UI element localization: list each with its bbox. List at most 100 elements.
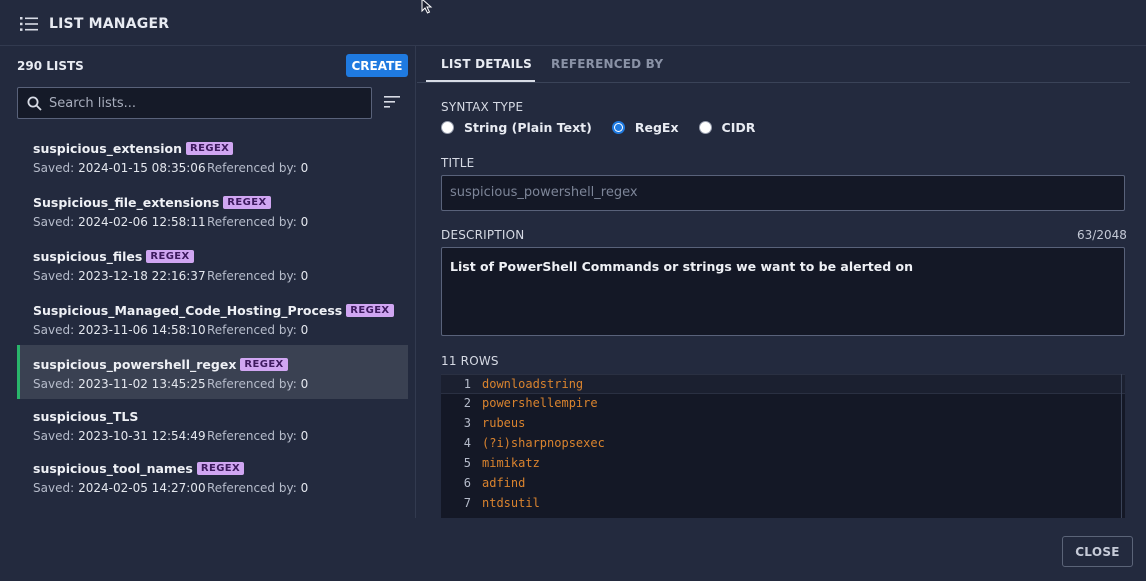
line-number: 4 — [463, 436, 471, 450]
line-number: 5 — [463, 456, 471, 470]
regex-badge: REGEX — [240, 358, 288, 371]
referenced-count: 0 — [300, 429, 309, 443]
saved-timestamp: 2023-11-02 13:45:25 — [78, 377, 206, 391]
regex-badge: REGEX — [196, 462, 245, 475]
close-button[interactable]: CLOSE — [1062, 536, 1133, 567]
radio-label: RegEx — [634, 120, 679, 135]
saved-label: Saved: — [33, 269, 75, 283]
saved-timestamp: 2024-01-15 08:35:06 — [78, 161, 206, 175]
line-number: 3 — [463, 416, 471, 430]
list-item[interactable]: suspicious_tool_names REGEX Saved: 2024-02… — [17, 451, 408, 505]
radio-button-checked[interactable] — [611, 121, 625, 134]
radio-label: String (Plain Text) — [464, 120, 592, 135]
editor-line: 1 downloadstring — [441, 374, 1125, 394]
referenced-label: Referenced by: — [207, 215, 297, 229]
list-item[interactable]: suspicious_extension REGEX Saved: 2024-01-… — [17, 129, 408, 183]
regex-badge: REGEX — [186, 142, 234, 155]
tab-list-details[interactable]: LIST DETAILS — [441, 57, 532, 71]
saved-label: Saved: — [33, 429, 75, 443]
referenced-count: 0 — [300, 323, 309, 337]
saved-timestamp: 2023-12-18 22:16:37 — [78, 269, 206, 283]
line-number: 7 — [463, 496, 471, 510]
line-text: (?i)sharpnopsexec — [482, 436, 605, 450]
saved-timestamp: 2023-11-06 14:58:10 — [78, 323, 206, 337]
list-item-name: suspicious_TLS — [33, 409, 139, 424]
description-label: DESCRIPTION — [441, 228, 525, 242]
regex-badge: REGEX — [146, 250, 194, 263]
sort-icon[interactable] — [384, 96, 400, 108]
line-number: 1 — [463, 377, 471, 391]
saved-timestamp: 2024-02-05 14:27:00 — [78, 481, 206, 495]
list-item-name: suspicious_powershell_regex — [33, 357, 237, 372]
editor-scrollbar[interactable] — [1121, 374, 1122, 518]
page-title: LIST MANAGER — [49, 16, 170, 32]
saved-label: Saved: — [33, 215, 75, 229]
editor-line: 5 mimikatz — [441, 454, 1125, 474]
list-panel: 290 LISTS CREATE suspicious_extension REG… — [17, 46, 416, 518]
referenced-label: Referenced by: — [207, 323, 297, 337]
radio-regex[interactable]: RegEx — [611, 120, 679, 135]
syntax-type-radio-group: String (Plain Text) RegEx CIDR — [441, 120, 775, 135]
search-icon — [27, 96, 42, 111]
referenced-count: 0 — [300, 161, 309, 175]
list-item-name: Suspicious_Managed_Code_Hosting_Process — [33, 303, 343, 318]
lists-list: suspicious_extension REGEX Saved: 2024-01-… — [17, 129, 408, 505]
rows-editor[interactable]: 1 downloadstring 2 powershellempire 3 rubeu… — [441, 374, 1125, 518]
description-field[interactable]: List of PowerShell Commands or strings w… — [441, 247, 1125, 336]
saved-timestamp: 2024-02-06 12:58:11 — [78, 215, 206, 229]
referenced-count: 0 — [300, 215, 309, 229]
line-text: downloadstring — [482, 377, 584, 391]
line-text: ntdsutil — [482, 496, 540, 510]
referenced-label: Referenced by: — [207, 429, 297, 443]
editor-line: 7 ntdsutil — [441, 494, 1125, 514]
active-tab-indicator — [426, 80, 535, 82]
referenced-count: 0 — [300, 269, 309, 283]
radio-button-unchecked[interactable] — [698, 121, 712, 134]
header: LIST MANAGER — [0, 0, 1146, 46]
syntax-type-label: SYNTAX TYPE — [441, 100, 524, 114]
radio-cidr[interactable]: CIDR — [698, 120, 755, 135]
referenced-label: Referenced by: — [207, 269, 297, 283]
tab-bar: LIST DETAILS REFERENCED BY — [417, 46, 1130, 83]
mouse-cursor-icon — [421, 0, 433, 14]
regex-badge: REGEX — [223, 196, 271, 209]
referenced-label: Referenced by: — [207, 481, 297, 495]
list-item[interactable]: suspicious_TLS Saved: 2023-10-31 12:54:49… — [17, 399, 408, 451]
referenced-count: 0 — [300, 481, 309, 495]
create-button[interactable]: CREATE — [346, 54, 408, 77]
list-item-name: suspicious_extension — [33, 141, 182, 156]
editor-line: 6 adfind — [441, 474, 1125, 494]
line-text: mimikatz — [482, 456, 540, 470]
referenced-label: Referenced by: — [207, 161, 297, 175]
regex-badge: REGEX — [346, 304, 394, 317]
list-item[interactable]: Suspicious_Managed_Code_Hosting_Process R… — [17, 291, 408, 345]
editor-line: 3 rubeus — [441, 414, 1125, 434]
title-field[interactable]: suspicious_powershell_regex — [441, 175, 1125, 211]
line-text: rubeus — [482, 416, 526, 430]
details-panel: LIST DETAILS REFERENCED BY SYNTAX TYPE S… — [417, 46, 1146, 518]
description-char-count: 63/2048 — [1077, 228, 1127, 242]
list-item[interactable]: suspicious_files REGEX Saved: 2023-12-18 2… — [17, 237, 408, 291]
list-menu-icon — [20, 17, 38, 31]
line-number: 2 — [463, 396, 471, 410]
radio-string[interactable]: String (Plain Text) — [441, 120, 592, 135]
tab-referenced-by[interactable]: REFERENCED BY — [551, 57, 663, 71]
rows-label: 11 ROWS — [441, 354, 499, 368]
saved-label: Saved: — [33, 377, 75, 391]
line-text: adfind — [482, 476, 526, 490]
list-item-name: Suspicious_file_extensions — [33, 195, 220, 210]
list-item-selected[interactable]: suspicious_powershell_regex REGEX Saved: 2… — [17, 345, 408, 399]
list-item[interactable]: Suspicious_file_extensions REGEX Saved: 20… — [17, 183, 408, 237]
line-text: powershellempire — [482, 396, 598, 410]
title-label: TITLE — [441, 156, 475, 170]
saved-label: Saved: — [33, 161, 75, 175]
saved-label: Saved: — [33, 481, 75, 495]
list-count: 290 LISTS — [17, 59, 84, 73]
referenced-count: 0 — [300, 377, 309, 391]
search-box[interactable] — [17, 87, 372, 119]
search-input[interactable] — [49, 94, 359, 112]
referenced-label: Referenced by: — [207, 377, 297, 391]
editor-line: 4 (?i)sharpnopsexec — [441, 434, 1125, 454]
line-number: 6 — [463, 476, 471, 490]
radio-button-unchecked[interactable] — [441, 121, 454, 134]
